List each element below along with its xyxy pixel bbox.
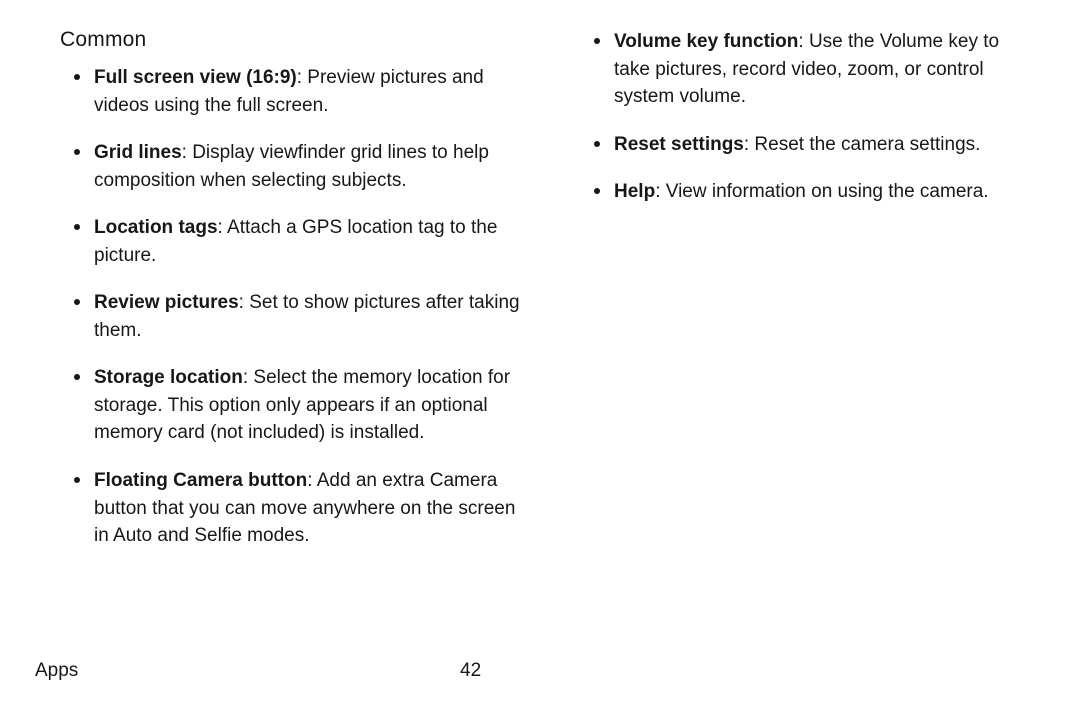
list-item: Reset settings: Reset the camera setting… — [580, 131, 1040, 159]
item-term: Location tags — [94, 217, 218, 238]
list-item: Volume key function: Use the Volume key … — [580, 28, 1040, 111]
list-item: Help: View information on using the came… — [580, 178, 1040, 206]
item-desc: : View information on using the camera. — [655, 181, 988, 202]
footer-section-label: Apps — [35, 660, 78, 682]
item-term: Storage location — [94, 367, 243, 388]
page-number: 42 — [460, 660, 481, 682]
item-term: Grid lines — [94, 142, 182, 163]
item-term: Help — [614, 181, 655, 202]
list-item: Grid lines: Display viewfinder grid line… — [60, 139, 520, 194]
list-item: Location tags: Attach a GPS location tag… — [60, 214, 520, 269]
list-item: Floating Camera button: Add an extra Cam… — [60, 467, 520, 550]
list-item: Storage location: Select the memory loca… — [60, 364, 520, 447]
left-bullet-list: Full screen view (16:9): Preview picture… — [60, 64, 520, 550]
item-desc: : Reset the camera settings. — [744, 134, 981, 155]
list-item: Full screen view (16:9): Preview picture… — [60, 64, 520, 119]
item-term: Floating Camera button — [94, 470, 307, 491]
content-columns: Common Full screen view (16:9): Preview … — [60, 28, 1040, 570]
item-term: Full screen view (16:9) — [94, 67, 297, 88]
right-column: Volume key function: Use the Volume key … — [580, 28, 1040, 570]
document-page: Common Full screen view (16:9): Preview … — [0, 0, 1080, 720]
left-column: Common Full screen view (16:9): Preview … — [60, 28, 520, 570]
list-item: Review pictures: Set to show pictures af… — [60, 289, 520, 344]
item-term: Review pictures — [94, 292, 239, 313]
item-term: Volume key function — [614, 31, 798, 52]
section-heading-common: Common — [60, 28, 520, 52]
item-term: Reset settings — [614, 134, 744, 155]
right-bullet-list: Volume key function: Use the Volume key … — [580, 28, 1040, 206]
